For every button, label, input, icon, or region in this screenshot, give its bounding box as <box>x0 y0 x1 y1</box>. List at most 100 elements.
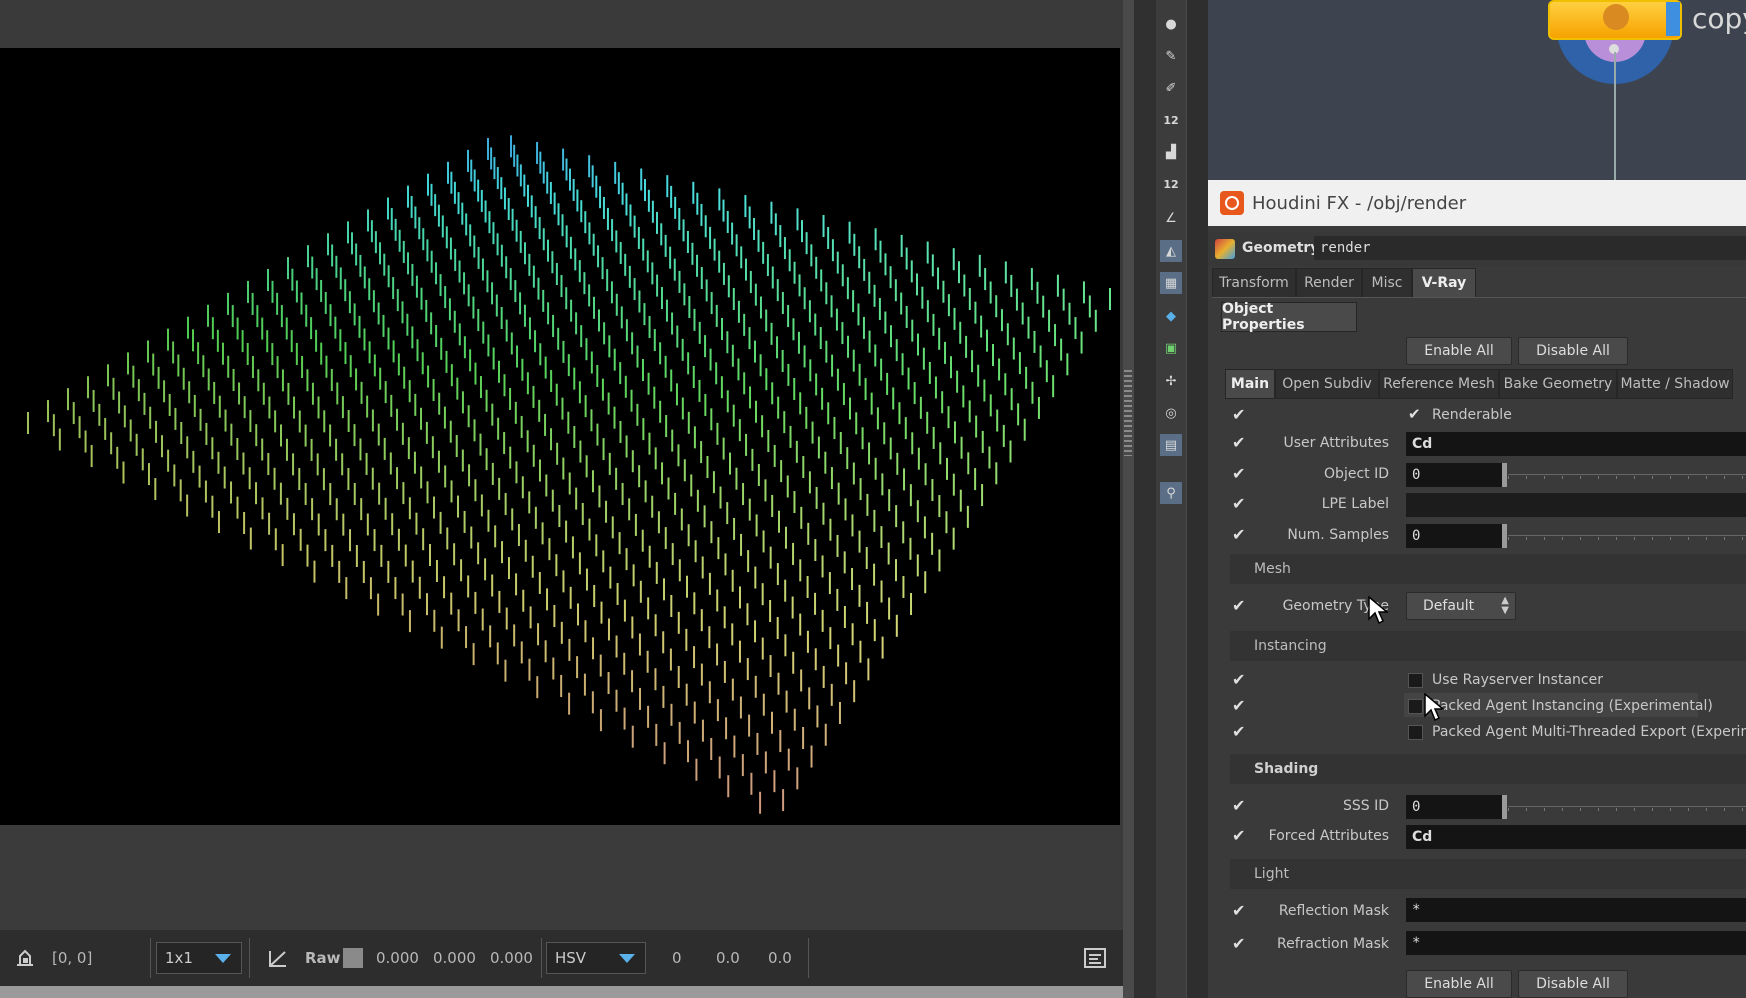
sss-id-label: SSS ID <box>1342 798 1389 814</box>
object-id-slider[interactable] <box>1502 463 1746 487</box>
r-value: 0.000 <box>376 949 419 967</box>
b-value: 0.000 <box>490 949 533 967</box>
packed-agent-mt-checkbox[interactable] <box>1408 725 1423 740</box>
override-check-reflection-mask[interactable]: ✔ <box>1232 901 1245 920</box>
grid-icon[interactable]: ▣ <box>1160 337 1182 359</box>
subtab-bake-geometry[interactable]: Bake Geometry <box>1499 369 1617 399</box>
enable-all-button[interactable]: Enable All <box>1406 337 1512 365</box>
viewer-empty-area <box>0 825 1123 930</box>
num-samples-input[interactable]: 0 <box>1406 524 1504 548</box>
subtab-open-subdiv[interactable]: Open Subdiv <box>1275 369 1379 399</box>
copy-node-icon <box>1603 4 1629 30</box>
light-section-header[interactable]: Light <box>1230 859 1746 889</box>
snap-icon[interactable]: ✢ <box>1160 370 1182 392</box>
tab-object-properties[interactable]: Object Properties <box>1221 301 1357 333</box>
override-check-object-id[interactable]: ✔ <box>1232 464 1245 483</box>
number-icon[interactable]: 12 <box>1160 109 1182 131</box>
viewer-bottom-strip <box>0 986 1140 998</box>
use-rayserver-checkbox[interactable] <box>1408 673 1423 688</box>
tab-render[interactable]: Render <box>1296 268 1362 298</box>
menu-icon[interactable] <box>1084 930 1106 986</box>
override-check-packed-agent[interactable]: ✔ <box>1232 696 1245 715</box>
renderable-checkbox[interactable]: ✔ <box>1408 405 1421 423</box>
user-attributes-label: User Attributes <box>1283 435 1389 451</box>
refraction-mask-input[interactable]: * <box>1406 931 1746 955</box>
num-samples-slider[interactable] <box>1502 524 1746 548</box>
sss-id-input[interactable]: 0 <box>1406 795 1504 819</box>
override-check-packed-agent-mt[interactable]: ✔ <box>1232 722 1245 741</box>
geometry-type-dropdown[interactable]: Default ▲ ▼ <box>1406 592 1516 620</box>
number-stack-icon[interactable]: 12 <box>1160 173 1182 195</box>
zoom-dropdown[interactable]: 1x1 <box>156 942 242 974</box>
rendered-point-cloud <box>27 135 1111 814</box>
window-title-bar[interactable]: Houdini FX - /obj/render <box>1208 180 1746 226</box>
brush-icon[interactable]: ✎ <box>1160 45 1182 67</box>
forced-attributes-input[interactable]: Cd <box>1406 825 1746 849</box>
override-check-sss-id[interactable]: ✔ <box>1232 796 1245 815</box>
tab-transform[interactable]: Transform <box>1212 268 1296 298</box>
instancing-section-header[interactable]: Instancing <box>1230 631 1746 661</box>
subtab-main[interactable]: Main <box>1225 369 1275 399</box>
pane-splitter[interactable] <box>1123 0 1134 998</box>
override-check-geometry-type[interactable]: ✔ <box>1232 596 1245 615</box>
splitter-grip[interactable] <box>1124 370 1132 456</box>
override-check-forced-attributes[interactable]: ✔ <box>1232 826 1245 845</box>
mesh-section-header[interactable]: Mesh <box>1230 554 1746 584</box>
h-value: 0 <box>672 949 682 967</box>
disable-all-button-bottom[interactable]: Disable All <box>1518 970 1628 998</box>
color-mode-dropdown[interactable]: HSV <box>546 942 646 974</box>
disc-icon[interactable]: ◎ <box>1160 402 1182 424</box>
diamond-icon[interactable]: ◆ <box>1160 305 1182 327</box>
curve-icon[interactable] <box>266 930 288 986</box>
s-value: 0.0 <box>716 949 740 967</box>
pen-icon[interactable]: ✐ <box>1160 77 1182 99</box>
override-check-lpe-label[interactable]: ✔ <box>1232 494 1245 513</box>
houdini-logo-icon <box>1220 191 1244 215</box>
chevron-down-icon <box>619 954 635 963</box>
render-canvas[interactable] <box>0 48 1120 825</box>
tab-misc[interactable]: Misc <box>1362 268 1412 298</box>
raw-label: Raw <box>305 949 341 967</box>
object-id-label: Object ID <box>1324 466 1389 482</box>
node-type-label: Geometry <box>1242 240 1320 256</box>
pixel-probe-icon[interactable] <box>14 930 36 986</box>
override-check-refraction-mask[interactable]: ✔ <box>1232 934 1245 953</box>
override-check-user-attributes[interactable]: ✔ <box>1232 433 1245 452</box>
tab-divider <box>1212 297 1746 298</box>
lpe-label-label: LPE Label <box>1321 496 1389 512</box>
override-check-renderable[interactable]: ✔ <box>1232 405 1245 424</box>
node-name-input[interactable]: render <box>1314 236 1746 260</box>
refraction-mask-label: Refraction Mask <box>1277 936 1389 952</box>
image-icon[interactable]: ▤ <box>1160 434 1182 456</box>
node-label: copy <box>1692 2 1746 35</box>
user-attributes-input[interactable]: Cd <box>1406 432 1746 456</box>
subtab-reference-mesh[interactable]: Reference Mesh <box>1379 369 1499 399</box>
angle-icon[interactable]: ∠ <box>1160 207 1182 229</box>
lpe-label-input[interactable] <box>1406 493 1746 517</box>
pixel-coords: [0, 0] <box>52 949 93 967</box>
geometry-node-icon <box>1215 239 1235 259</box>
reflection-mask-input[interactable]: * <box>1406 898 1746 922</box>
shape-icon[interactable]: ◭ <box>1160 240 1182 262</box>
paint-icon[interactable]: ▟ <box>1160 141 1182 163</box>
object-id-input[interactable]: 0 <box>1406 463 1504 487</box>
checker-icon[interactable]: ▦ <box>1160 272 1182 294</box>
color-mode-value: HSV <box>555 949 587 967</box>
override-check-num-samples[interactable]: ✔ <box>1232 525 1245 544</box>
display-flag[interactable] <box>1666 2 1680 36</box>
subtab-matte-shadow[interactable]: Matte / Shadow <box>1617 369 1733 399</box>
node-wire <box>1614 52 1616 180</box>
point-icon[interactable]: ● <box>1160 13 1182 35</box>
sss-id-slider[interactable] <box>1502 795 1746 819</box>
tab-vray[interactable]: V-Ray <box>1412 268 1476 298</box>
renderable-label: Renderable <box>1432 407 1512 423</box>
mouse-cursor-icon-2 <box>1424 693 1444 722</box>
v-value: 0.0 <box>768 949 792 967</box>
enable-all-button-bottom[interactable]: Enable All <box>1406 970 1512 998</box>
geometry-type-value: Default <box>1423 598 1475 614</box>
disable-all-button[interactable]: Disable All <box>1518 337 1628 365</box>
packed-agent-checkbox[interactable] <box>1408 699 1423 714</box>
shading-section-header[interactable]: Shading <box>1230 754 1746 784</box>
override-check-rayserver[interactable]: ✔ <box>1232 670 1245 689</box>
pin-icon[interactable]: ⚲ <box>1160 482 1182 504</box>
